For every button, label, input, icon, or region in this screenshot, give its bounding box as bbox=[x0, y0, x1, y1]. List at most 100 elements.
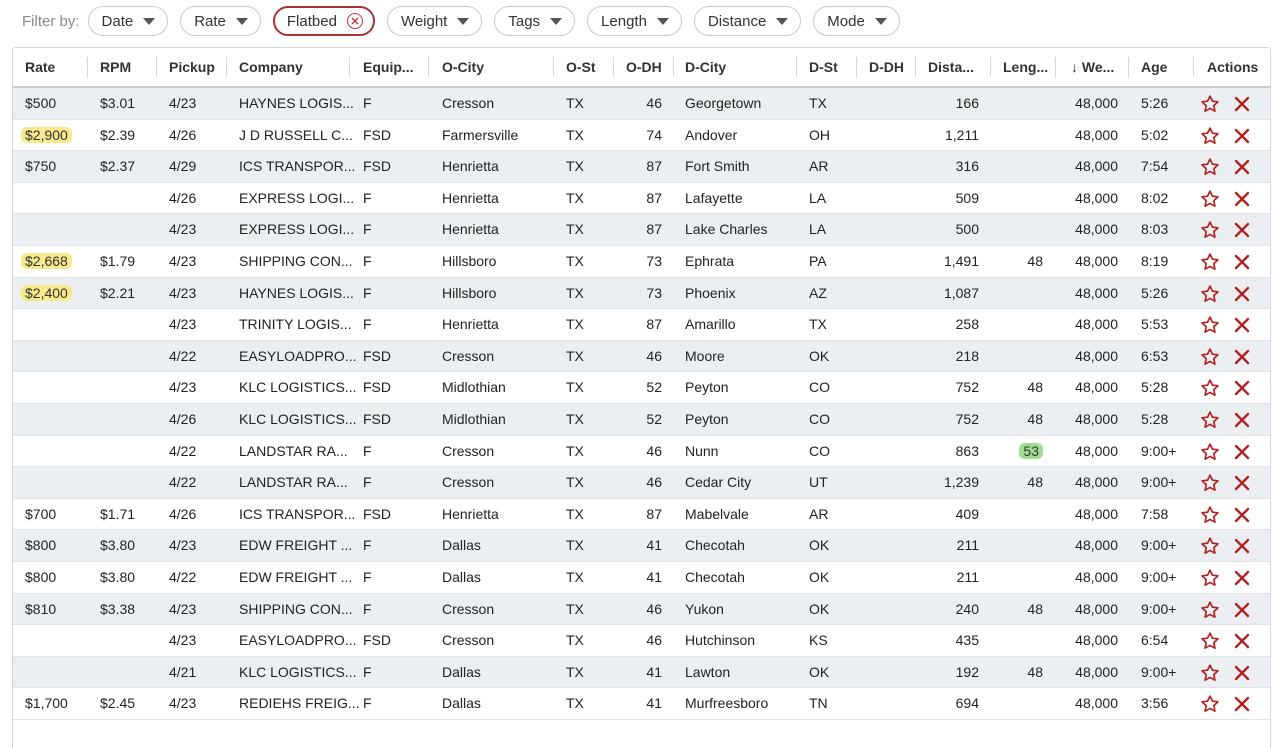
close-icon[interactable] bbox=[1232, 315, 1252, 335]
close-icon[interactable] bbox=[1232, 505, 1252, 525]
column-header-pickup[interactable]: Pickup bbox=[169, 48, 215, 86]
star-icon[interactable] bbox=[1200, 694, 1220, 714]
column-header-age[interactable]: Age bbox=[1141, 48, 1167, 86]
column-header-rate[interactable]: Rate bbox=[25, 48, 55, 86]
table-row[interactable]: 4/23 EASYLOADPRO... FSD Cresson TX 46 Hutchins… bbox=[13, 625, 1270, 657]
close-icon[interactable] bbox=[1232, 94, 1252, 114]
close-icon[interactable] bbox=[1232, 631, 1252, 651]
close-icon[interactable] bbox=[1232, 663, 1252, 683]
filter-chip-length[interactable]: Length bbox=[587, 6, 682, 36]
table-row[interactable]: 4/22 LANDSTAR RA... F Cresson TX 46 Nunn CO 863 5… bbox=[13, 436, 1270, 468]
column-header-equip[interactable]: Equip... bbox=[363, 48, 414, 86]
filter-chip-distance[interactable]: Distance bbox=[693, 6, 802, 36]
table-row[interactable]: $750 $2.37 4/29 ICS TRANSPOR... FSD Henrietta… bbox=[13, 151, 1270, 183]
filter-chip-rate[interactable]: Rate bbox=[180, 6, 261, 36]
close-icon[interactable] bbox=[1232, 220, 1252, 240]
column-header-dista[interactable]: Dista... bbox=[928, 48, 974, 86]
cell-rpm: $3.80 bbox=[100, 562, 150, 593]
close-circle-icon[interactable] bbox=[346, 13, 363, 29]
cell-dist: 752 bbox=[919, 372, 979, 403]
close-icon[interactable] bbox=[1232, 694, 1252, 714]
table-row[interactable]: 4/23 KLC LOGISTICS... FSD Midlothian TX 52 Pey… bbox=[13, 372, 1270, 404]
table-row[interactable]: 4/23 EXPRESS LOGI... F Henrietta TX 87 Lake Ch… bbox=[13, 214, 1270, 246]
star-icon[interactable] bbox=[1200, 157, 1220, 177]
star-icon[interactable] bbox=[1200, 631, 1220, 651]
close-icon[interactable] bbox=[1232, 284, 1252, 304]
table-row[interactable]: 4/26 EXPRESS LOGI... F Henrietta TX 87 Lafayet… bbox=[13, 183, 1270, 215]
column-header-actions[interactable]: Actions bbox=[1207, 48, 1258, 86]
star-icon[interactable] bbox=[1200, 663, 1220, 683]
cell-dcity: Mabelvale bbox=[685, 499, 795, 530]
table-row[interactable]: $700 $1.71 4/26 ICS TRANSPOR... FSD Henrietta… bbox=[13, 499, 1270, 531]
close-icon[interactable] bbox=[1232, 473, 1252, 493]
star-icon[interactable] bbox=[1200, 505, 1220, 525]
cell-odh: 41 bbox=[616, 562, 662, 593]
cell-rpm bbox=[100, 183, 150, 214]
close-icon[interactable] bbox=[1232, 568, 1252, 588]
star-icon[interactable] bbox=[1200, 252, 1220, 272]
star-icon[interactable] bbox=[1200, 442, 1220, 462]
filter-chip-weight[interactable]: Weight bbox=[386, 6, 483, 36]
cell-ost: TX bbox=[566, 625, 606, 656]
star-icon[interactable] bbox=[1200, 94, 1220, 114]
close-icon[interactable] bbox=[1232, 442, 1252, 462]
star-icon[interactable] bbox=[1200, 410, 1220, 430]
column-header-o-dh[interactable]: O-DH bbox=[626, 48, 662, 86]
star-icon[interactable] bbox=[1200, 600, 1220, 620]
cell-len: 48 bbox=[1003, 467, 1043, 498]
filter-chip-tags[interactable]: Tags bbox=[494, 6, 576, 36]
column-header-o-st[interactable]: O-St bbox=[566, 48, 596, 86]
close-icon[interactable] bbox=[1232, 157, 1252, 177]
star-icon[interactable] bbox=[1200, 473, 1220, 493]
close-icon[interactable] bbox=[1232, 536, 1252, 556]
cell-dcity-value: Fort Smith bbox=[685, 158, 750, 175]
column-header-company[interactable]: Company bbox=[239, 48, 303, 86]
table-row[interactable]: 4/22 EASYLOADPRO... FSD Cresson TX 46 Moore OK 2… bbox=[13, 340, 1270, 373]
table-row[interactable]: 4/22 LANDSTAR RA... F Cresson TX 46 Cedar City… bbox=[13, 467, 1270, 499]
table-row[interactable]: $1,700 $2.45 4/23 REDIEHS FREIG... F Dallas TX… bbox=[13, 688, 1270, 720]
close-icon[interactable] bbox=[1232, 126, 1252, 146]
close-icon[interactable] bbox=[1232, 252, 1252, 272]
star-icon[interactable] bbox=[1200, 315, 1220, 335]
table-row[interactable]: 4/23 TRINITY LOGIS... F Henrietta TX 87 Amaril… bbox=[13, 309, 1270, 341]
close-icon[interactable] bbox=[1232, 600, 1252, 620]
star-icon[interactable] bbox=[1200, 284, 1220, 304]
star-icon[interactable] bbox=[1200, 189, 1220, 209]
table-row[interactable]: $800 $3.80 4/23 EDW FREIGHT ... F Dallas TX 41 C… bbox=[13, 530, 1270, 562]
cell-odh-value: 87 bbox=[646, 158, 662, 175]
column-header-d-city[interactable]: D-City bbox=[685, 48, 726, 86]
table-row[interactable]: $2,668 $1.79 4/23 SHIPPING CON... F Hillsboro… bbox=[13, 246, 1270, 278]
table-row[interactable]: $800 $3.80 4/22 EDW FREIGHT ... F Dallas TX 41 C… bbox=[13, 562, 1270, 594]
star-icon[interactable] bbox=[1200, 126, 1220, 146]
close-icon[interactable] bbox=[1232, 378, 1252, 398]
star-icon[interactable] bbox=[1200, 347, 1220, 367]
column-header-o-city[interactable]: O-City bbox=[442, 48, 484, 86]
cell-age-value: 8:03 bbox=[1141, 221, 1169, 238]
column-header-d-st[interactable]: D-St bbox=[809, 48, 838, 86]
filter-chip-date[interactable]: Date bbox=[87, 6, 169, 36]
star-icon[interactable] bbox=[1200, 536, 1220, 556]
table-row[interactable]: 4/21 KLC LOGISTICS... F Dallas TX 41 Lawton OK 1… bbox=[13, 656, 1270, 689]
close-icon[interactable] bbox=[1232, 410, 1252, 430]
close-icon[interactable] bbox=[1232, 347, 1252, 367]
filter-chip-mode[interactable]: Mode bbox=[813, 6, 900, 36]
column-header-leng[interactable]: Leng... bbox=[1003, 48, 1048, 86]
star-icon[interactable] bbox=[1200, 220, 1220, 240]
cell-ost-value: TX bbox=[566, 95, 584, 111]
cell-dcity: Moore bbox=[685, 341, 795, 372]
cell-rate-value: $800 bbox=[25, 537, 57, 554]
cell-company-value: KLC LOGISTICS... bbox=[239, 379, 357, 396]
table-row[interactable]: $2,400 $2.21 4/23 HAYNES LOGIS... F Hillsboro… bbox=[13, 277, 1270, 310]
star-icon[interactable] bbox=[1200, 378, 1220, 398]
filter-chip-flatbed[interactable]: Flatbed bbox=[272, 6, 375, 36]
close-icon[interactable] bbox=[1232, 189, 1252, 209]
table-row[interactable]: 4/26 KLC LOGISTICS... FSD Midlothian TX 52 Pey… bbox=[13, 403, 1270, 436]
table-row[interactable]: $2,900 $2.39 4/26 J D RUSSELL C... FSD Farmer… bbox=[13, 120, 1270, 152]
column-header-d-dh[interactable]: D-DH bbox=[869, 48, 904, 86]
column-header-we[interactable]: ↓ We... bbox=[1071, 48, 1114, 86]
filter-chip-label: Date bbox=[101, 12, 134, 30]
column-header-rpm[interactable]: RPM bbox=[100, 48, 131, 86]
star-icon[interactable] bbox=[1200, 568, 1220, 588]
table-row[interactable]: $500 $3.01 4/23 HAYNES LOGIS... F Cresson TX 46… bbox=[13, 88, 1270, 120]
table-row[interactable]: $810 $3.38 4/23 SHIPPING CON... F Cresson TX 46… bbox=[13, 593, 1270, 626]
